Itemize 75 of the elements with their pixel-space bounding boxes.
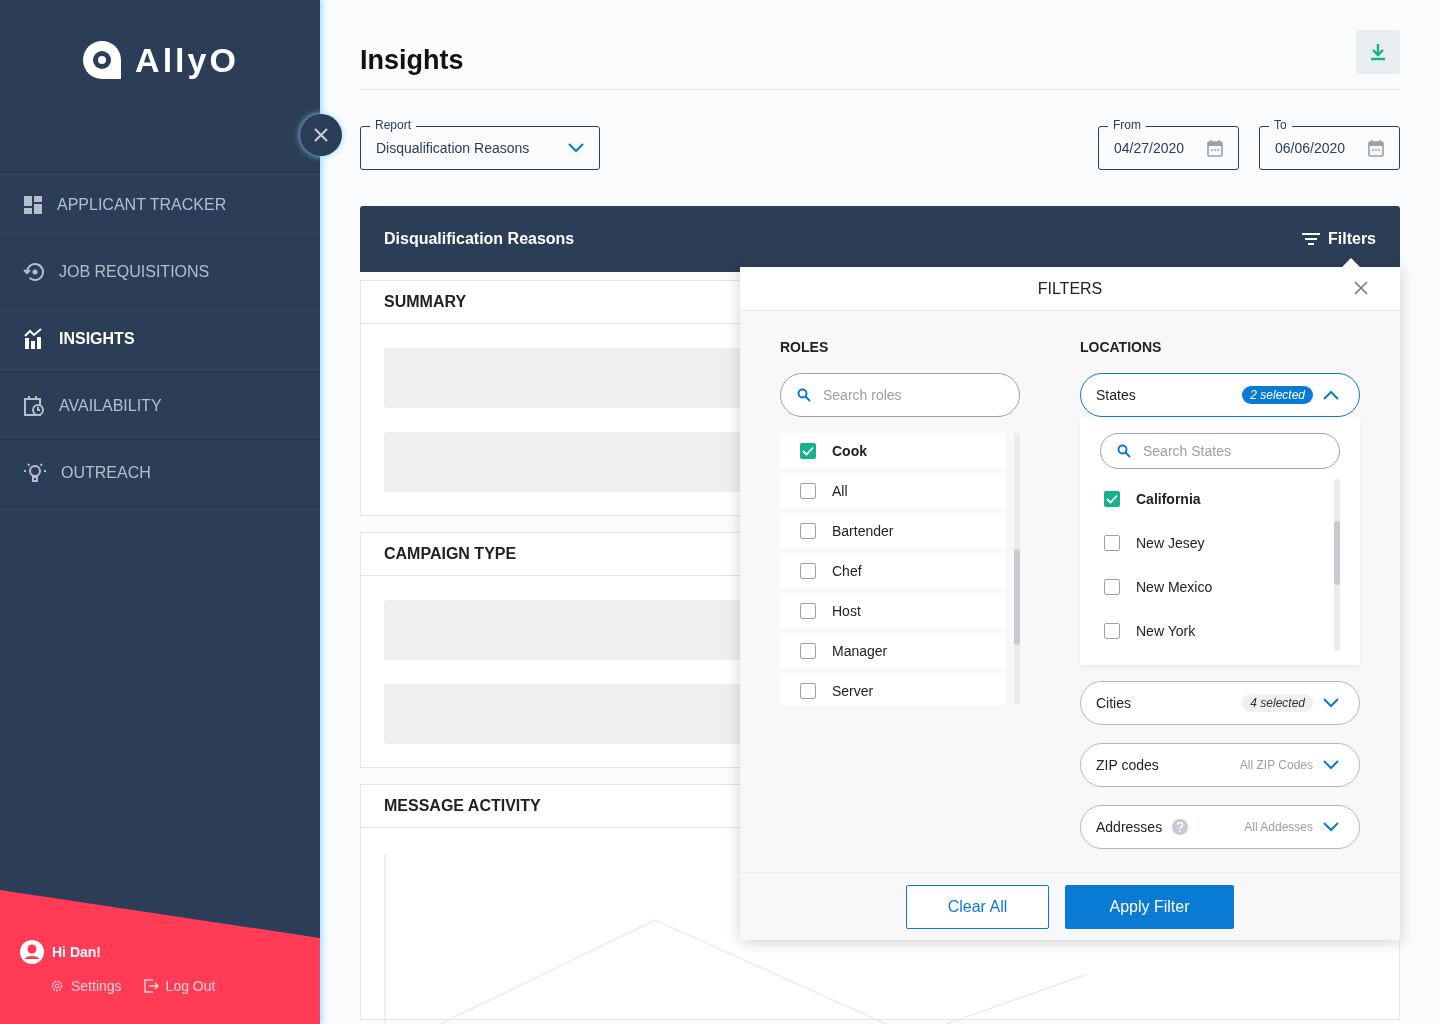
section-title: ROLES [780,339,830,355]
search-field[interactable]: Search roles [821,386,1019,404]
checkbox[interactable] [1104,491,1120,507]
chevron-icon [1323,698,1339,708]
state-option[interactable]: New Mexico [1100,567,1326,607]
location-dropdown[interactable]: Cities 4 selected [1080,681,1360,725]
field-label: Report [370,118,417,133]
calendar-icon[interactable] [1368,139,1384,157]
close-icon [313,127,329,143]
location-dropdown[interactable]: Addresses All Addesses [1080,805,1360,849]
help-icon[interactable] [1172,819,1189,835]
search-icon [797,388,811,402]
checkbox[interactable] [800,443,816,459]
calendar-icon[interactable] [1207,139,1223,157]
logo-text: AllyO [135,40,239,80]
role-option[interactable]: Manager [780,633,1006,669]
filters-button[interactable]: Filters [1302,230,1376,248]
scrollbar[interactable] [1014,433,1020,705]
role-option[interactable]: Bartender [780,513,1006,549]
clear-all-button[interactable]: Clear All [906,884,1049,929]
download-button[interactable] [1356,30,1400,74]
checkbox[interactable] [1104,579,1120,595]
role-option[interactable]: Cook [780,433,1006,469]
nav-item[interactable]: APPLICANT TRACKER [0,172,320,239]
user-avatar-icon [20,940,44,964]
scrollbar[interactable] [1334,479,1340,651]
nav-item[interactable]: JOB REQUISITIONS [0,239,320,306]
checkbox[interactable] [800,563,816,579]
chevron-icon [1323,822,1339,832]
checkbox[interactable] [800,683,816,699]
logo-icon [81,39,124,81]
state-option[interactable]: California [1100,479,1326,519]
popup-title: FILTERS [1037,279,1103,298]
checkbox[interactable] [1104,623,1120,639]
checkbox[interactable] [800,643,816,659]
search-box[interactable]: Search roles [780,373,1020,417]
nav-item[interactable]: OUTREACH [0,440,320,507]
location-dropdown[interactable]: ZIP codes All ZIP Codes [1080,743,1360,787]
search-field[interactable]: Search States [1141,442,1339,460]
page-title: Insights [360,45,464,76]
card-title: MESSAGE ACTIVITY [384,797,541,815]
role-option[interactable]: All [780,473,1006,509]
checkbox[interactable] [800,523,816,539]
role-option[interactable]: Chef [780,553,1006,589]
checkbox[interactable] [800,603,816,619]
download-icon [1370,43,1386,61]
calendar-clock-icon [23,395,45,417]
lightbulb-icon [23,462,47,484]
nav-item[interactable]: INSIGHTS [0,306,320,373]
greeting: Hi Dan! [52,944,101,960]
card-title: SUMMARY [384,293,467,311]
close-icon [1353,280,1369,296]
checkbox[interactable] [800,483,816,499]
filter-icon [1302,233,1320,245]
chevron-icon [1323,760,1339,770]
role-option[interactable]: Host [780,593,1006,629]
state-option[interactable]: New York [1100,611,1326,651]
grid-icon [23,195,43,215]
history-icon [23,262,45,282]
location-dropdown[interactable]: States 2 selected [1080,373,1360,417]
checkbox[interactable] [1104,535,1120,551]
nav-item[interactable]: AVAILABILITY [0,373,320,440]
section-title: LOCATIONS [1080,339,1163,355]
report-title: Disqualification Reasons [384,230,575,248]
chevron-icon [568,143,584,153]
chevron-icon [1323,390,1339,400]
apply-filter-button[interactable]: Apply Filter [1065,884,1234,929]
search-box[interactable]: Search States [1100,433,1340,469]
logout-icon [143,979,159,993]
card-title: CAMPAIGN TYPE [384,545,517,563]
search-icon [1117,444,1131,458]
settings-icon [50,979,64,993]
role-option[interactable]: Server [780,673,1006,705]
close-button[interactable] [300,114,342,156]
state-option[interactable]: New Jesey [1100,523,1326,563]
